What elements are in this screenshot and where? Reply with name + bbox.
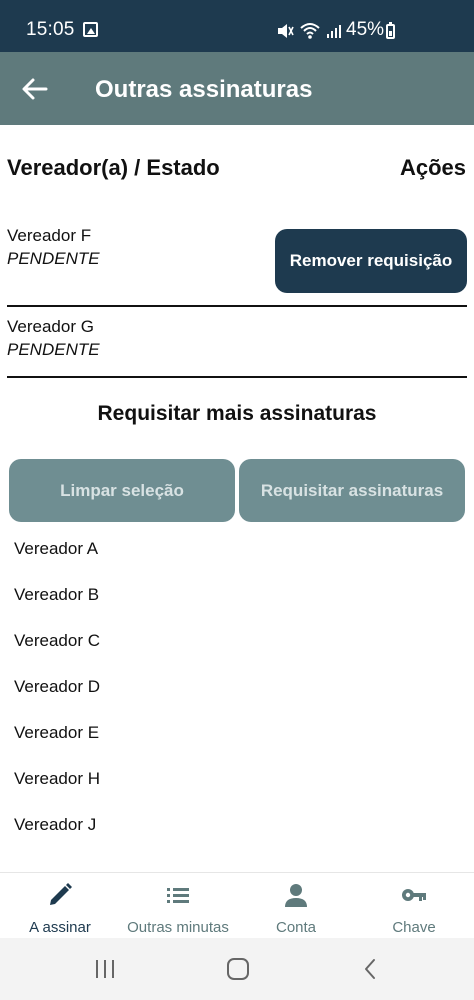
battery-icon	[386, 22, 395, 39]
councilor-list: Vereador A Vereador B Vereador C Vereado…	[14, 538, 100, 860]
divider	[7, 305, 467, 307]
nav-item-a-assinar[interactable]: A assinar	[1, 873, 119, 939]
section-title-request-more: Requisitar mais assinaturas	[97, 402, 377, 425]
system-navigation-bar	[0, 938, 474, 1000]
list-item[interactable]: Vereador C	[14, 630, 100, 676]
app-bar: Outras assinaturas	[0, 52, 474, 125]
back-arrow-icon[interactable]	[20, 74, 50, 104]
column-header-councilor-status: Vereador(a) / Estado	[7, 155, 220, 180]
nav-label: Outras minutas	[127, 919, 229, 936]
request-status: PENDENTE	[7, 340, 100, 359]
request-councilor-name: Vereador G	[7, 317, 94, 336]
status-time: 15:05	[26, 19, 75, 40]
page-title: Outras assinaturas	[95, 76, 313, 103]
list-item[interactable]: Vereador A	[14, 538, 100, 584]
remove-request-button[interactable]: Remover requisição	[275, 229, 467, 293]
recent-apps-icon[interactable]	[96, 960, 118, 978]
gallery-icon	[83, 22, 98, 37]
nav-label: Chave	[392, 919, 436, 936]
column-header-actions: Ações	[399, 155, 466, 180]
list-item[interactable]: Vereador H	[14, 768, 100, 814]
list-item[interactable]: Vereador J	[14, 814, 100, 860]
request-signatures-button[interactable]: Requisitar assinaturas	[239, 459, 465, 522]
list-item[interactable]: Vereador D	[14, 676, 100, 722]
list-icon	[167, 888, 189, 903]
list-item[interactable]: Vereador E	[14, 722, 100, 768]
person-icon	[285, 884, 307, 907]
battery-percentage: 45%	[346, 19, 385, 40]
nav-item-conta[interactable]: Conta	[237, 873, 355, 939]
nav-label: A assinar	[29, 919, 91, 936]
request-row: Vereador G PENDENTE	[7, 317, 467, 360]
mute-icon	[278, 24, 294, 38]
system-back-icon[interactable]	[363, 958, 377, 980]
bottom-navigation: A assinar Outras minutas Conta Chave	[0, 872, 474, 938]
signal-icon	[327, 25, 341, 38]
divider	[7, 376, 467, 378]
status-bar: 15:05 45%	[0, 0, 474, 52]
nav-item-outras-minutas[interactable]: Outras minutas	[119, 873, 237, 939]
wifi-icon	[300, 23, 320, 39]
key-icon	[402, 889, 426, 901]
home-icon[interactable]	[227, 958, 249, 980]
status-icons	[276, 22, 342, 40]
nav-label: Conta	[275, 919, 317, 936]
clear-selection-button[interactable]: Limpar seleção	[9, 459, 235, 522]
nav-item-chave[interactable]: Chave	[355, 873, 473, 939]
list-item[interactable]: Vereador B	[14, 584, 100, 630]
pen-icon	[50, 883, 72, 905]
